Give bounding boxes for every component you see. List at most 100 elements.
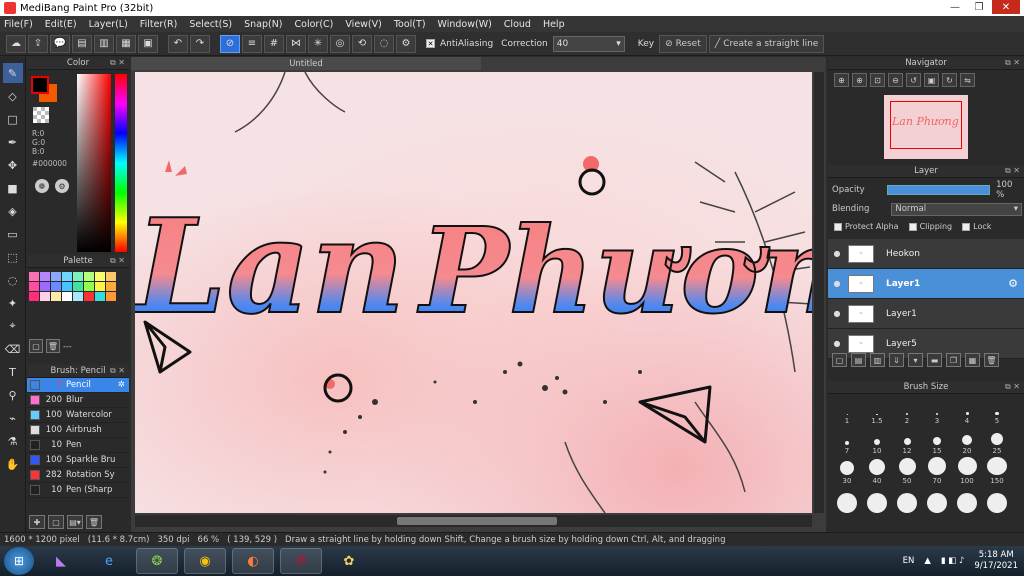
visibility-icon[interactable]: ● — [828, 279, 846, 288]
layer-settings-icon[interactable]: ▦ — [965, 353, 980, 367]
pen-tool-icon[interactable]: ✒ — [3, 132, 23, 152]
vertical-scrollbar[interactable] — [814, 72, 824, 513]
visibility-icon[interactable]: ● — [828, 339, 846, 348]
palette-swatch[interactable] — [62, 292, 72, 301]
clipping-checkbox[interactable] — [908, 222, 917, 231]
brush-size-cell[interactable]: 4 — [952, 397, 982, 425]
opacity-slider[interactable] — [886, 185, 991, 195]
brush-item[interactable]: 7 Pencil ✲ — [27, 378, 129, 393]
protect-alpha-checkbox[interactable] — [834, 222, 842, 231]
maximize-button[interactable]: ❐ — [968, 0, 990, 14]
rotate-right-icon[interactable]: ↻ — [942, 73, 957, 87]
brush-size-cell[interactable]: 1.5 — [862, 397, 892, 425]
palette-swatch[interactable] — [84, 282, 94, 291]
menu-window[interactable]: Window(W) — [438, 19, 492, 30]
panel-detach-icon[interactable]: ⧉ ✕ — [110, 366, 125, 376]
brush-item[interactable]: 200 Blur — [27, 393, 129, 408]
bucket-tool-icon[interactable]: ◈ — [3, 201, 23, 221]
cloud-icon[interactable]: ☁ — [6, 34, 26, 53]
pinterest-icon[interactable]: ℗ — [280, 548, 322, 574]
blending-select[interactable]: Normal ▾ — [891, 202, 1022, 216]
merge-layer-icon[interactable]: ⇓ — [889, 353, 904, 367]
menu-layer[interactable]: Layer(L) — [89, 19, 128, 30]
start-button[interactable]: ⊞ — [4, 547, 34, 575]
divide-tool-icon[interactable]: ⚲ — [3, 385, 23, 405]
document-tab[interactable]: Untitled — [131, 57, 481, 70]
tray-icons[interactable]: ▮ ◧ ♪ — [941, 556, 965, 566]
language-indicator[interactable]: EN — [903, 556, 915, 566]
redo-icon[interactable]: ↷ — [190, 34, 210, 53]
navigator-viewport[interactable] — [890, 101, 962, 149]
panel-detach-icon[interactable]: ⧉ ✕ — [1005, 166, 1020, 176]
clock[interactable]: 5:18 AM 9/17/2021 — [974, 550, 1018, 572]
brush-delete-icon[interactable]: 🗑 — [86, 515, 102, 529]
palette-swatch[interactable] — [51, 292, 61, 301]
color-wheel-icon[interactable]: ❁ — [35, 179, 49, 193]
hand-tool-icon[interactable]: ✋ — [3, 454, 23, 474]
new-palette-icon[interactable]: ▢ — [29, 339, 43, 353]
brush-size-cell[interactable]: 70 — [922, 457, 952, 485]
export-icon[interactable]: ⇪ — [28, 34, 48, 53]
grid-icon[interactable]: ▦ — [116, 34, 136, 53]
scrollbar-thumb[interactable] — [397, 517, 557, 525]
color-settings-icon[interactable]: ⚙ — [55, 179, 69, 193]
comment-icon[interactable]: 💬 — [50, 34, 70, 53]
menu-help[interactable]: Help — [543, 19, 565, 30]
palette-swatch[interactable] — [51, 272, 61, 281]
clipping-option[interactable]: Clipping — [908, 222, 952, 231]
brush-size-cell[interactable]: 25 — [982, 427, 1012, 455]
menu-select[interactable]: Select(S) — [189, 19, 232, 30]
brush-size-cell[interactable] — [862, 487, 892, 515]
brush-size-cell[interactable]: 15 — [922, 427, 952, 455]
zoom-in-icon[interactable]: ⊕ — [834, 73, 849, 87]
brush-tool-icon[interactable]: ✎ — [2, 63, 23, 83]
brush-settings-icon[interactable]: ✲ — [118, 380, 125, 390]
lasso-tool-icon[interactable]: ◌ — [3, 270, 23, 290]
snap-vanish-icon[interactable]: ⋈ — [286, 34, 306, 53]
brush-item[interactable]: 10 Pen (Sharp — [27, 483, 129, 498]
primary-color-swatch[interactable] — [31, 76, 49, 94]
gradient-tool-icon[interactable]: ▭ — [3, 224, 23, 244]
brush-size-cell[interactable]: 7 — [832, 427, 862, 455]
palette-swatch[interactable] — [95, 272, 105, 281]
menu-color[interactable]: Color(C) — [295, 19, 334, 30]
layer-row[interactable]: ● ~ Heokon — [828, 239, 1024, 269]
palette-swatch[interactable] — [40, 282, 50, 291]
paint-icon[interactable]: ✿ — [328, 548, 370, 574]
palette-swatch[interactable] — [62, 272, 72, 281]
new-layer-alt-icon[interactable]: ▤ — [851, 353, 866, 367]
document-icon[interactable]: ▥ — [94, 34, 114, 53]
protect-alpha-option[interactable]: Protect Alpha — [834, 222, 899, 231]
chrome-icon[interactable]: ◉ — [184, 548, 226, 574]
layer-row[interactable]: ● ~ Layer1 — [828, 299, 1024, 329]
menu-cloud[interactable]: Cloud — [504, 19, 531, 30]
layer-gear-icon[interactable]: ⚙ — [1008, 277, 1018, 290]
close-button[interactable]: ✕ — [992, 0, 1020, 14]
lock-option[interactable]: Lock — [962, 222, 991, 231]
minimize-button[interactable]: — — [944, 0, 966, 14]
brush-size-cell[interactable] — [952, 487, 982, 515]
brush-size-cell[interactable] — [892, 487, 922, 515]
brush-item[interactable]: 10 Pen — [27, 438, 129, 453]
palette-swatch[interactable] — [84, 292, 94, 301]
app-green-icon[interactable]: ❂ — [136, 548, 178, 574]
palette-swatch[interactable] — [29, 282, 39, 291]
zoom-out-icon[interactable]: ⊖ — [888, 73, 903, 87]
straight-line-button[interactable]: ╱ Create a straight line — [708, 34, 825, 53]
brush-size-cell[interactable]: 20 — [952, 427, 982, 455]
reset-button[interactable]: ⊘ Reset — [659, 34, 707, 53]
menu-file[interactable]: File(F) — [4, 19, 33, 30]
brush-size-cell[interactable]: 30 — [832, 457, 862, 485]
select-pen-tool-icon[interactable]: ⌖ — [3, 316, 23, 336]
duplicate-icon[interactable]: ❐ — [946, 353, 961, 367]
palette-more[interactable]: --- — [63, 339, 72, 353]
snap-radial-icon[interactable]: ✳ — [308, 34, 328, 53]
brush-size-cell[interactable]: 40 — [862, 457, 892, 485]
brush-size-cell[interactable] — [832, 487, 862, 515]
internet-explorer-icon[interactable]: e — [88, 548, 130, 574]
palette-swatch[interactable] — [73, 292, 83, 301]
brush-size-cell[interactable]: 1 — [832, 397, 862, 425]
menu-tool[interactable]: Tool(T) — [394, 19, 426, 30]
palette-swatch[interactable] — [73, 282, 83, 291]
copy-layer-icon[interactable]: ▥ — [870, 353, 885, 367]
